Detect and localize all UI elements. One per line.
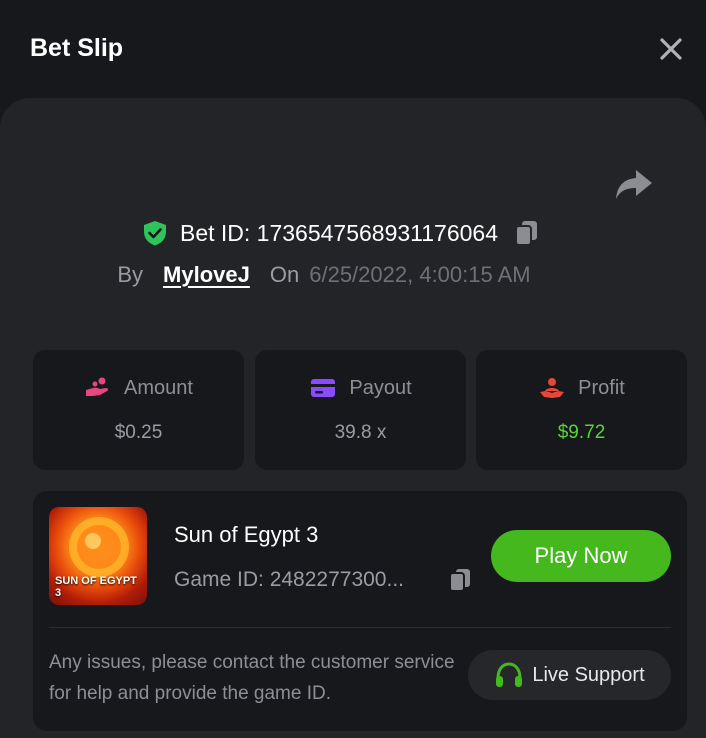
stat-label: Payout [349, 376, 412, 399]
live-support-button[interactable]: Live Support [468, 650, 671, 700]
game-id-row: Game ID: 2482277300... [174, 565, 472, 595]
stat-payout: Payout 39.8 x [255, 350, 466, 470]
bet-author-row: By MyloveJ On 6/25/2022, 4:00:15 AM [0, 258, 706, 292]
game-id: Game ID: 2482277300... [174, 568, 404, 591]
stat-label: Profit [578, 376, 625, 399]
share-icon[interactable] [614, 166, 654, 202]
stat-label: Amount [124, 376, 193, 399]
page-title: Bet Slip [30, 34, 124, 62]
support-message: Any issues, please contact the customer … [49, 652, 455, 704]
stat-value: 39.8 x [334, 422, 387, 443]
coins-hand-icon [86, 377, 109, 396]
verified-shield-icon [143, 221, 166, 246]
divider [49, 627, 671, 628]
stat-value: $9.72 [557, 422, 606, 443]
card-icon [311, 379, 336, 397]
bet-id-row: Bet ID: 1736547568931176064 [0, 216, 706, 250]
stat-value: $0.25 [114, 422, 163, 443]
game-thumbnail[interactable]: SUN OF EGYPT 3 [49, 507, 147, 605]
headset-icon [496, 662, 523, 687]
stat-amount: Amount $0.25 [33, 350, 244, 470]
bet-id: Bet ID: 1736547568931176064 [179, 219, 499, 246]
copy-icon[interactable] [448, 567, 472, 593]
bet-slip-header: Bet Slip [0, 0, 706, 98]
by-label: By [117, 262, 144, 287]
game-thumbnail-title: SUN OF EGYPT 3 [55, 575, 137, 599]
bet-datetime: 6/25/2022, 4:00:15 AM [309, 262, 531, 287]
close-icon[interactable] [656, 34, 686, 64]
game-name: Sun of Egypt 3 [174, 522, 319, 547]
live-support-label: Live Support [532, 663, 645, 686]
play-now-button[interactable]: Play Now [491, 530, 671, 582]
game-card: SUN OF EGYPT 3 Sun of Egypt 3 Game ID: 2… [33, 491, 687, 731]
copy-icon[interactable] [514, 219, 540, 247]
profit-hand-icon [540, 378, 565, 398]
stat-profit: Profit $9.72 [476, 350, 687, 470]
username-link[interactable]: MyloveJ [163, 262, 250, 288]
on-label: On [269, 262, 300, 287]
